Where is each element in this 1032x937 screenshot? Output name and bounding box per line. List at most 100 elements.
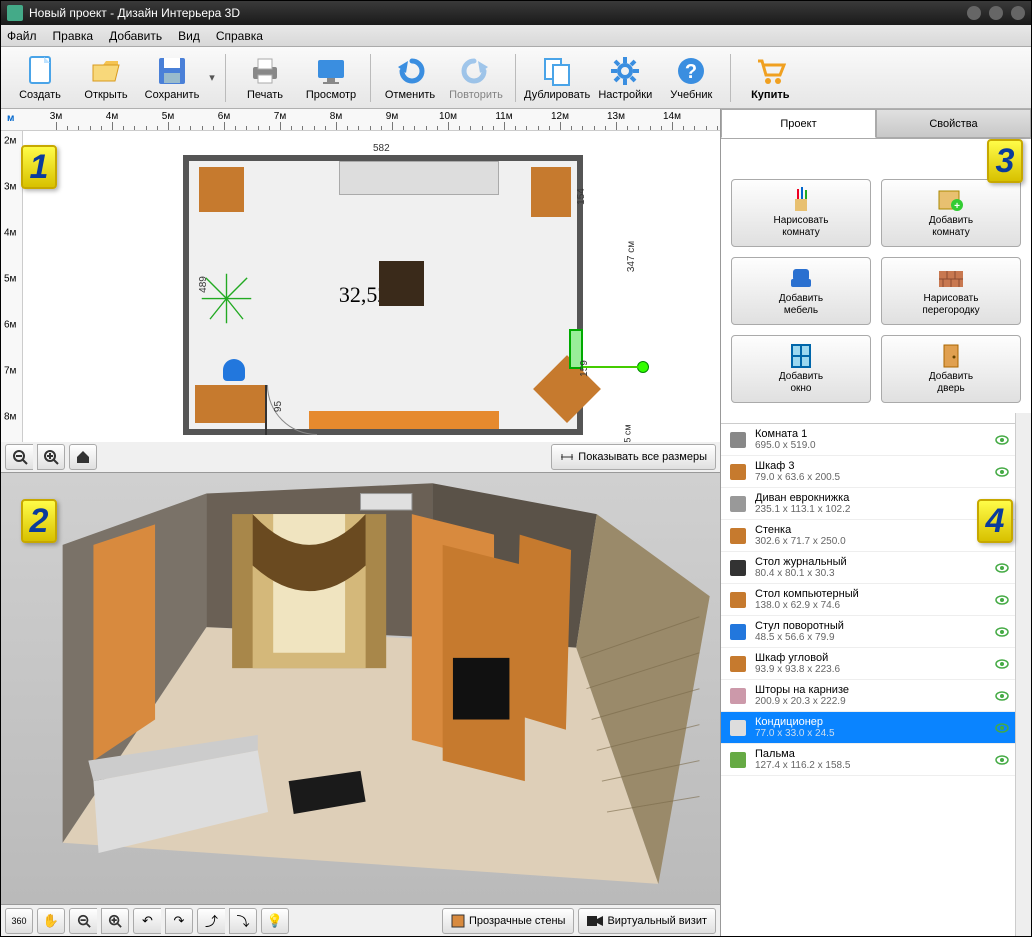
armchair-icon	[787, 265, 815, 291]
wallunit-plan[interactable]	[309, 411, 499, 429]
list-item[interactable]: Стол компьютерный138.0 x 62.9 x 74.6	[721, 584, 1015, 616]
menubar: Файл Правка Добавить Вид Справка	[1, 25, 1031, 47]
list-item[interactable]: Пальма127.4 x 116.2 x 158.5	[721, 744, 1015, 776]
room-outline[interactable]: 32,52	[183, 155, 583, 435]
menu-help[interactable]: Справка	[216, 29, 263, 43]
visibility-eye-icon[interactable]	[995, 723, 1009, 733]
list-item[interactable]: Диван еврокнижка235.1 x 113.1 x 102.2	[721, 488, 1015, 520]
object-name: Комната 1	[755, 428, 989, 440]
sofa-plan[interactable]	[339, 161, 499, 195]
curtain-icon	[727, 685, 749, 707]
add-room-button[interactable]: + Добавитькомнату	[881, 179, 1021, 247]
file-new-icon	[24, 55, 56, 87]
draw-room-button[interactable]: Нарисоватькомнату	[731, 179, 871, 247]
list-item[interactable]: Шторы на карнизе200.9 x 20.3 x 222.9	[721, 680, 1015, 712]
visibility-eye-icon[interactable]	[995, 659, 1009, 669]
tab-properties[interactable]: Свойства	[876, 109, 1031, 138]
list-item[interactable]: Шкаф 379.0 x 63.6 x 200.5	[721, 456, 1015, 488]
object-name: Шкаф угловой	[755, 652, 989, 664]
visibility-eye-icon[interactable]	[995, 467, 1009, 477]
zoom-out-button[interactable]	[5, 444, 33, 470]
close-button[interactable]	[1011, 6, 1025, 20]
visibility-eye-icon[interactable]	[995, 627, 1009, 637]
scrollbar[interactable]	[1015, 413, 1031, 936]
duplicate-button[interactable]: Дублировать	[524, 49, 590, 107]
wardrobe-plan[interactable]	[199, 167, 244, 212]
visibility-eye-icon[interactable]	[995, 435, 1009, 445]
add-door-button[interactable]: Добавитьдверь	[881, 335, 1021, 403]
tab-project[interactable]: Проект	[721, 109, 876, 138]
zoom-out-3d-button[interactable]	[69, 908, 97, 934]
tutorial-button[interactable]: ? Учебник	[660, 49, 722, 107]
view-3d-canvas[interactable]	[1, 473, 720, 904]
show-all-sizes-button[interactable]: Показывать все размеры	[551, 444, 716, 470]
add-window-button[interactable]: Добавитьокно	[731, 335, 871, 403]
rotate-360-button[interactable]: 360	[5, 908, 33, 934]
object-list[interactable]: Комната 1695.0 x 519.0Шкаф 379.0 x 63.6 …	[721, 423, 1015, 936]
list-item[interactable]: Стенка302.6 x 71.7 x 250.0	[721, 520, 1015, 552]
duplicate-icon	[541, 55, 573, 87]
visibility-eye-icon[interactable]	[995, 691, 1009, 701]
pan-button[interactable]: ✋	[37, 908, 65, 934]
list-item[interactable]: Комната 1695.0 x 519.0	[721, 424, 1015, 456]
print-button[interactable]: Печать	[234, 49, 296, 107]
redo-icon	[460, 55, 492, 87]
light-button[interactable]: 💡	[261, 908, 289, 934]
create-button[interactable]: Создать	[9, 49, 71, 107]
ac-icon	[727, 717, 749, 739]
visibility-eye-icon[interactable]	[995, 563, 1009, 573]
plan-canvas[interactable]: 32,52	[23, 131, 720, 442]
toolbar: Создать Открыть Сохранить ▾ Печать Просм…	[1, 47, 1031, 109]
object-dimensions: 79.0 x 63.6 x 200.5	[755, 472, 989, 483]
zoom-in-3d-button[interactable]	[101, 908, 129, 934]
save-dropdown[interactable]: ▾	[207, 71, 217, 84]
list-item[interactable]: Шкаф угловой93.9 x 93.8 x 223.6	[721, 648, 1015, 680]
rotate-left-button[interactable]: ↶	[133, 908, 161, 934]
object-dimensions: 77.0 x 33.0 x 24.5	[755, 728, 989, 739]
ruler-vertical: 2м3м4м5м6м7м8м	[1, 131, 23, 442]
preview-button[interactable]: Просмотр	[300, 49, 362, 107]
draw-partition-button[interactable]: Нарисоватьперегородку	[881, 257, 1021, 325]
transparent-walls-button[interactable]: Прозрачные стены	[442, 908, 574, 934]
handle-dot[interactable]	[637, 361, 649, 373]
settings-button[interactable]: Настройки	[594, 49, 656, 107]
minimize-button[interactable]	[967, 6, 981, 20]
tilt-down-button[interactable]: ⤵	[229, 908, 257, 934]
menu-file[interactable]: Файл	[7, 29, 37, 43]
object-name: Стол компьютерный	[755, 588, 989, 600]
object-dimensions: 80.4 x 80.1 x 30.3	[755, 568, 989, 579]
open-button[interactable]: Открыть	[75, 49, 137, 107]
plan-2d-area: м 3м4м5м6м7м8м9м10м11м12м13м14м 2м3м4м5м…	[1, 109, 720, 473]
dimension-icon	[560, 450, 574, 464]
rotate-right-button[interactable]: ↷	[165, 908, 193, 934]
maximize-button[interactable]	[989, 6, 1003, 20]
menu-view[interactable]: Вид	[178, 29, 200, 43]
annotation-3: 3	[987, 139, 1023, 183]
undo-icon	[394, 55, 426, 87]
save-button[interactable]: Сохранить	[141, 49, 203, 107]
help-icon: ?	[675, 55, 707, 87]
print-icon	[249, 55, 281, 87]
menu-edit[interactable]: Правка	[53, 29, 94, 43]
corner-wardrobe-plan[interactable]	[531, 167, 571, 217]
desk-plan[interactable]	[195, 385, 265, 423]
add-furniture-button[interactable]: Добавитьмебель	[731, 257, 871, 325]
visibility-eye-icon[interactable]	[995, 595, 1009, 605]
list-item[interactable]: Стол журнальный80.4 x 80.1 x 30.3	[721, 552, 1015, 584]
buy-button[interactable]: Купить	[739, 49, 801, 107]
chair-plan[interactable]	[223, 359, 245, 381]
virtual-visit-button[interactable]: Виртуальный визит	[578, 908, 716, 934]
visibility-eye-icon[interactable]	[995, 755, 1009, 765]
list-item[interactable]: Стул поворотный48.5 x 56.6 x 79.9	[721, 616, 1015, 648]
undo-button[interactable]: Отменить	[379, 49, 441, 107]
zoom-in-button[interactable]	[37, 444, 65, 470]
menu-add[interactable]: Добавить	[109, 29, 162, 43]
tilt-up-button[interactable]: ⤴	[197, 908, 225, 934]
home-button[interactable]	[69, 444, 97, 470]
redo-button[interactable]: Повторить	[445, 49, 507, 107]
object-name: Шкаф 3	[755, 460, 989, 472]
object-dimensions: 302.6 x 71.7 x 250.0	[755, 536, 989, 547]
coffee-table-plan[interactable]	[379, 261, 424, 306]
right-tabs: Проект Свойства	[721, 109, 1031, 139]
list-item[interactable]: Кондиционер77.0 x 33.0 x 24.5	[721, 712, 1015, 744]
